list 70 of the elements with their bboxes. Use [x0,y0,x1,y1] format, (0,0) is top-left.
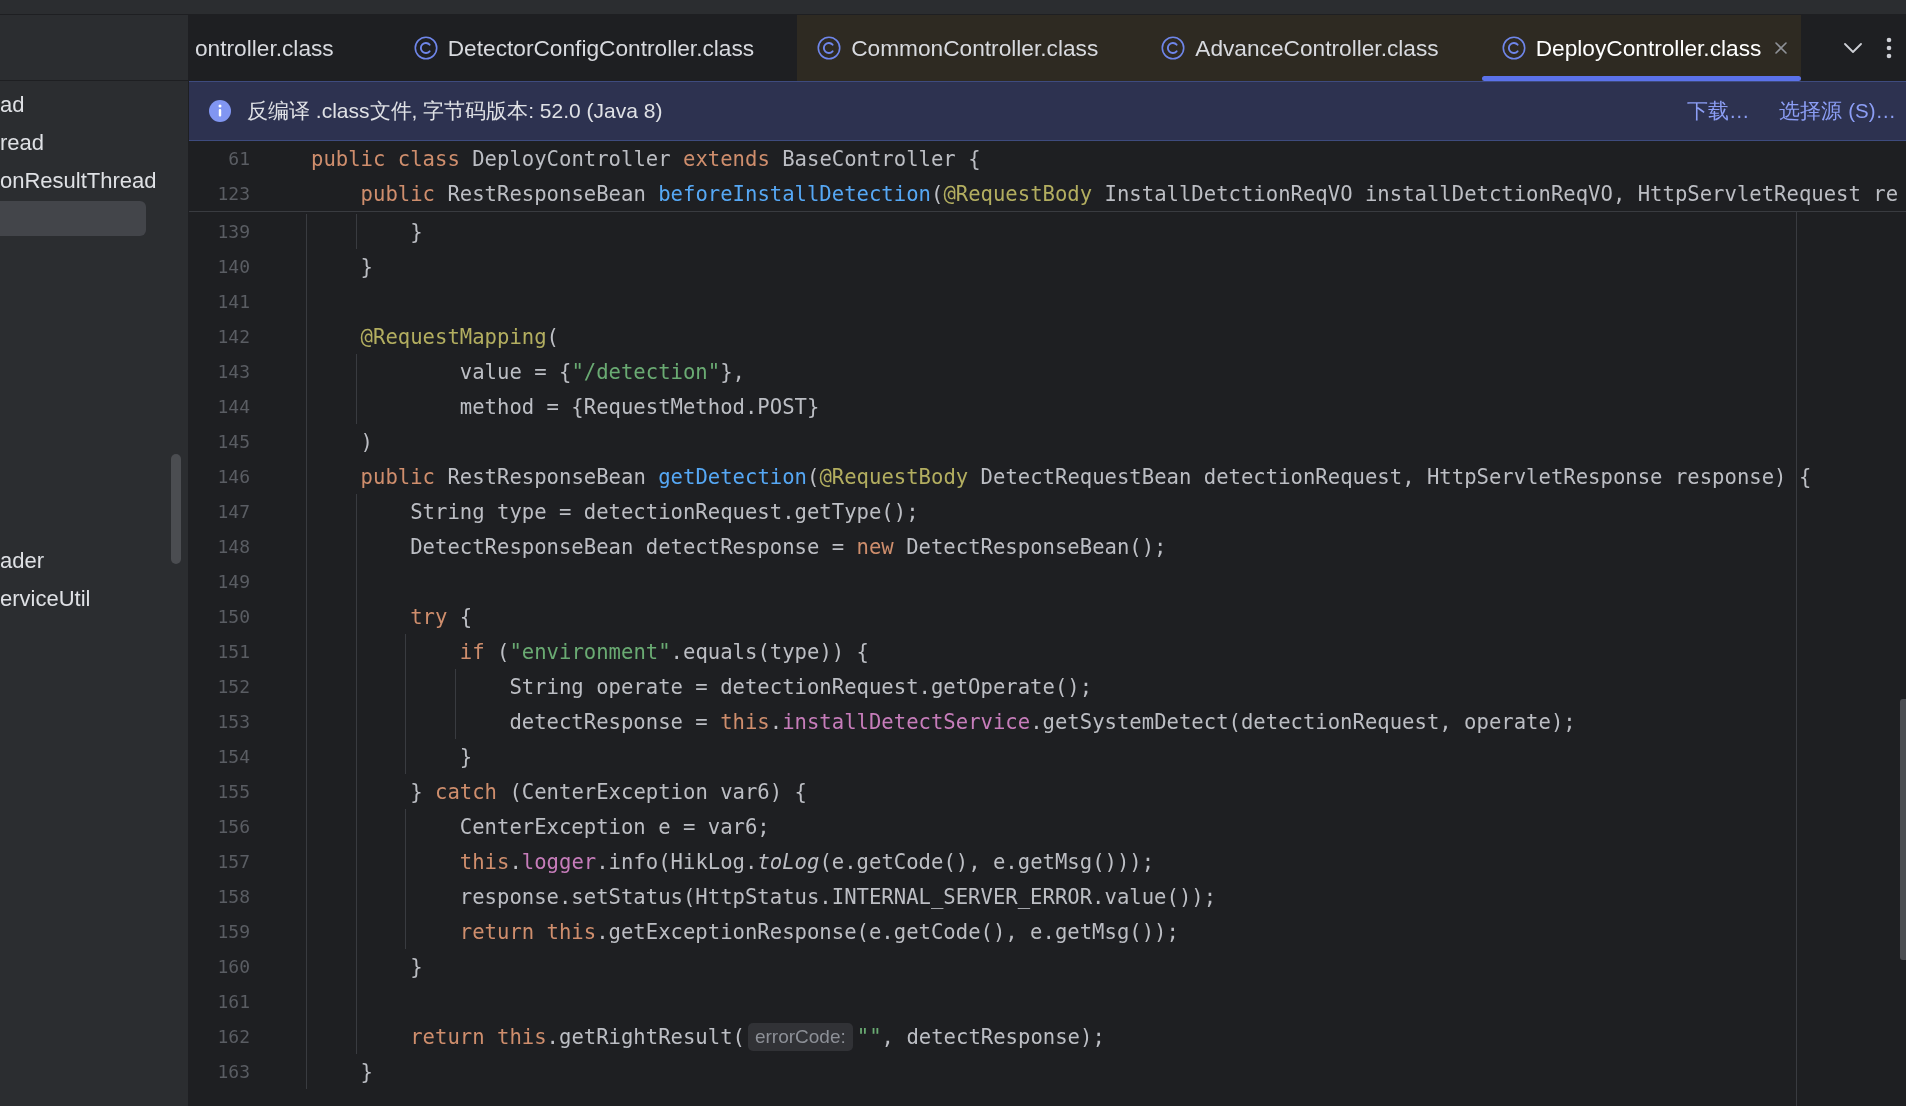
line-number: 158 [216,886,250,907]
code-line: DetectResponseBean detectResponse = new DetectResponseBean(); [410,534,1167,559]
parameter-hint: errorCode: [747,1022,853,1051]
code-line: try { [410,604,473,629]
code-line: } [360,1059,373,1084]
info-icon [209,100,231,122]
line-number: 163 [216,1061,250,1082]
tree-item[interactable]: erviceUtil [0,581,91,616]
line-number: 123 [216,183,250,204]
line-number: 152 [216,676,250,697]
line-number: 150 [216,606,250,627]
code-line: method = {RequestMethod.POST} [459,394,820,419]
code-line: if ("environment".equals(type)) { [459,639,869,664]
code-line: } [459,744,473,769]
line-number: 140 [216,256,250,277]
line-number: 141 [216,291,250,312]
action-link[interactable]: 选择源 (S)… [1779,97,1896,125]
code-line: public RestResponseBean beforeInstallDetection(@RequestBody InstallDetctionReqVO installDetctionReqVO, HttpServletRequest re [360,181,1899,206]
line-number: 148 [216,536,250,557]
line-number: 156 [216,816,250,837]
line-number: 159 [216,921,250,942]
line-number: 160 [216,956,250,977]
code-line: "", detectResponse); [856,1024,1105,1049]
scrollbar-thumb[interactable] [171,454,181,564]
code-line: value = {"/detection"}, [459,359,745,384]
code-line: detectResponse = this.installDetectService.getSystemDetect(detectionRequest, operate); [509,709,1576,734]
line-number: 144 [216,396,250,417]
info-message: 反编译 .class文件, 字节码版本: 52.0 (Java 8) [247,98,663,124]
line-number: 151 [216,641,250,662]
code-line: return this.getRightResult( [410,1024,745,1049]
tree-item[interactable]: ad [0,87,25,122]
chevron-down-icon[interactable] [1844,43,1862,53]
code-line: public class DeployController extends BaseController { [311,146,981,171]
code-line: String type = detectionRequest.getType(); [410,499,919,524]
line-number: 61 [227,148,250,169]
scrollbar-thumb[interactable] [1900,699,1906,960]
line-number: 147 [216,501,250,522]
line-number: 157 [216,851,250,872]
line-number: 143 [216,361,250,382]
tab[interactable]: CommonController.class [797,15,1142,81]
code-line: CenterException e = var6; [459,814,770,839]
line-number: 154 [216,746,250,767]
code-line: } [360,254,373,279]
tab[interactable]: DeployController.class [1481,15,1802,81]
tree-item[interactable]: ader [0,543,45,578]
line-number: 146 [216,466,250,487]
code-line: return this.getExceptionResponse(e.getCode(), e.getMsg()); [459,919,1179,944]
code-line: this.logger.info(HikLog.toLog(e.getCode(), e.getMsg())); [459,849,1155,874]
line-number: 139 [216,221,250,242]
line-number: 155 [216,781,250,802]
line-number: 145 [216,431,250,452]
line-number: 142 [216,326,250,347]
action-link[interactable]: 下载… [1686,97,1750,125]
code-line: @RequestMapping( [360,324,559,349]
line-number: 149 [216,571,250,592]
code-line: public RestResponseBean getDetection(@RequestBody DetectRequestBean detectionRequest, HttpServletResponse response) { [360,464,1812,489]
tree-item[interactable]: read [0,125,45,160]
code-line: } [410,954,423,979]
code-line: response.setStatus(HttpStatus.INTERNAL_SERVER_ERROR.value()); [459,884,1217,909]
code-line: } catch (CenterException var6) { [410,779,807,804]
line-number: 161 [216,991,250,1012]
line-number: 153 [216,711,250,732]
close-icon[interactable] [1773,40,1790,56]
code-line: } [410,219,423,244]
line-number: 162 [216,1026,250,1047]
more-options-icon[interactable] [1886,37,1892,59]
tab[interactable]: AdvanceController.class [1141,15,1482,81]
code-line: ) [360,429,373,454]
tree-item[interactable]: onResultThread [0,163,157,198]
code-line: String operate = detectionRequest.getOperate(); [509,674,1093,699]
